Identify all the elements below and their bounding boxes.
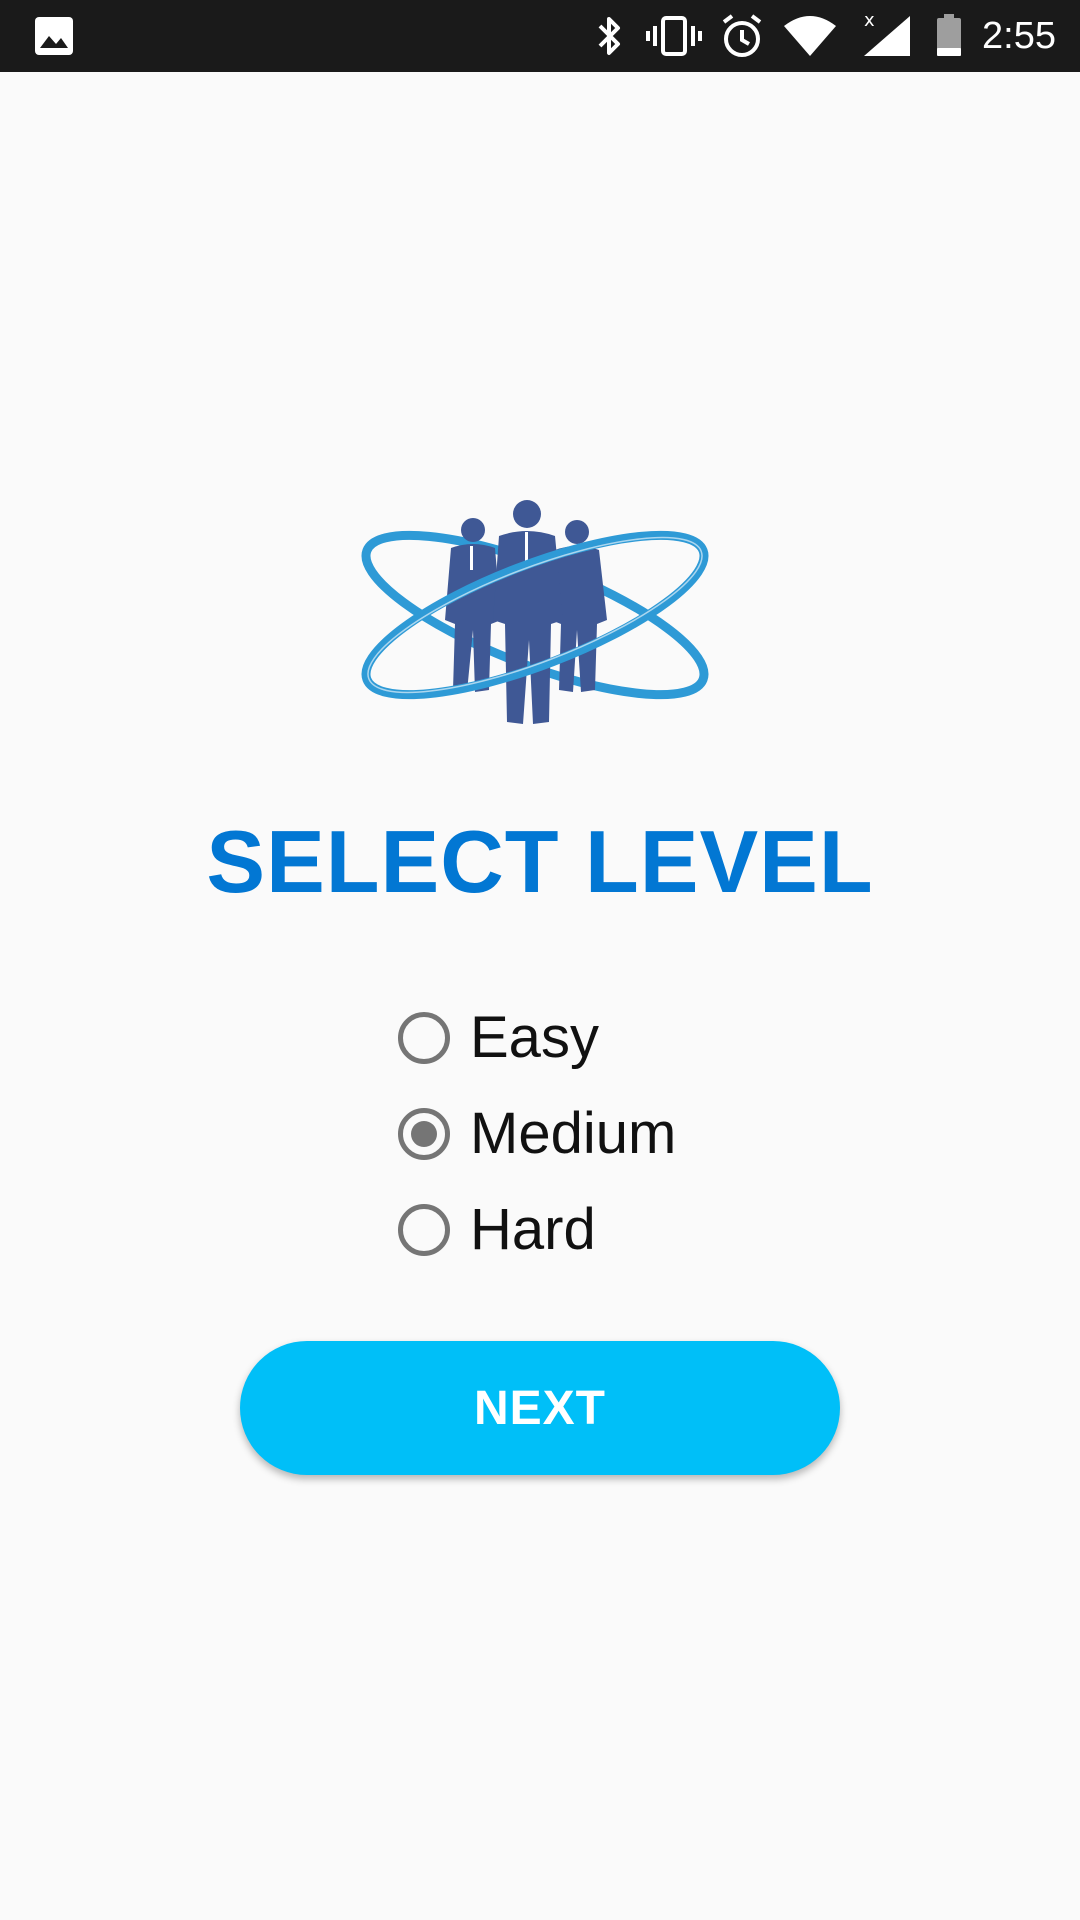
gallery-icon	[34, 16, 74, 56]
level-option-label: Medium	[470, 1101, 677, 1166]
level-option-medium[interactable]: Medium	[398, 1086, 798, 1182]
level-radio-group: Easy Medium Hard	[398, 990, 798, 1278]
status-bar: x 2:55	[0, 0, 1080, 72]
next-button[interactable]: NEXT	[240, 1341, 840, 1475]
business-team-logo	[355, 500, 715, 740]
page-title: SELECT LEVEL	[206, 812, 874, 911]
svg-text:x: x	[864, 12, 875, 31]
battery-icon	[934, 12, 964, 60]
wifi-icon	[782, 12, 838, 60]
alarm-icon	[718, 12, 766, 60]
level-option-hard[interactable]: Hard	[398, 1182, 798, 1278]
radio-checked-icon[interactable]	[398, 1108, 450, 1160]
cell-signal-icon: x	[862, 10, 912, 60]
status-time: 2:55	[982, 15, 1056, 57]
radio-unchecked-icon[interactable]	[398, 1012, 450, 1064]
next-button-label: NEXT	[473, 1381, 606, 1435]
radio-unchecked-icon[interactable]	[398, 1204, 450, 1256]
vibrate-icon	[646, 12, 702, 60]
level-option-label: Easy	[470, 1005, 599, 1070]
level-option-label: Hard	[470, 1197, 596, 1262]
level-option-easy[interactable]: Easy	[398, 990, 798, 1086]
bluetooth-icon	[592, 12, 628, 60]
